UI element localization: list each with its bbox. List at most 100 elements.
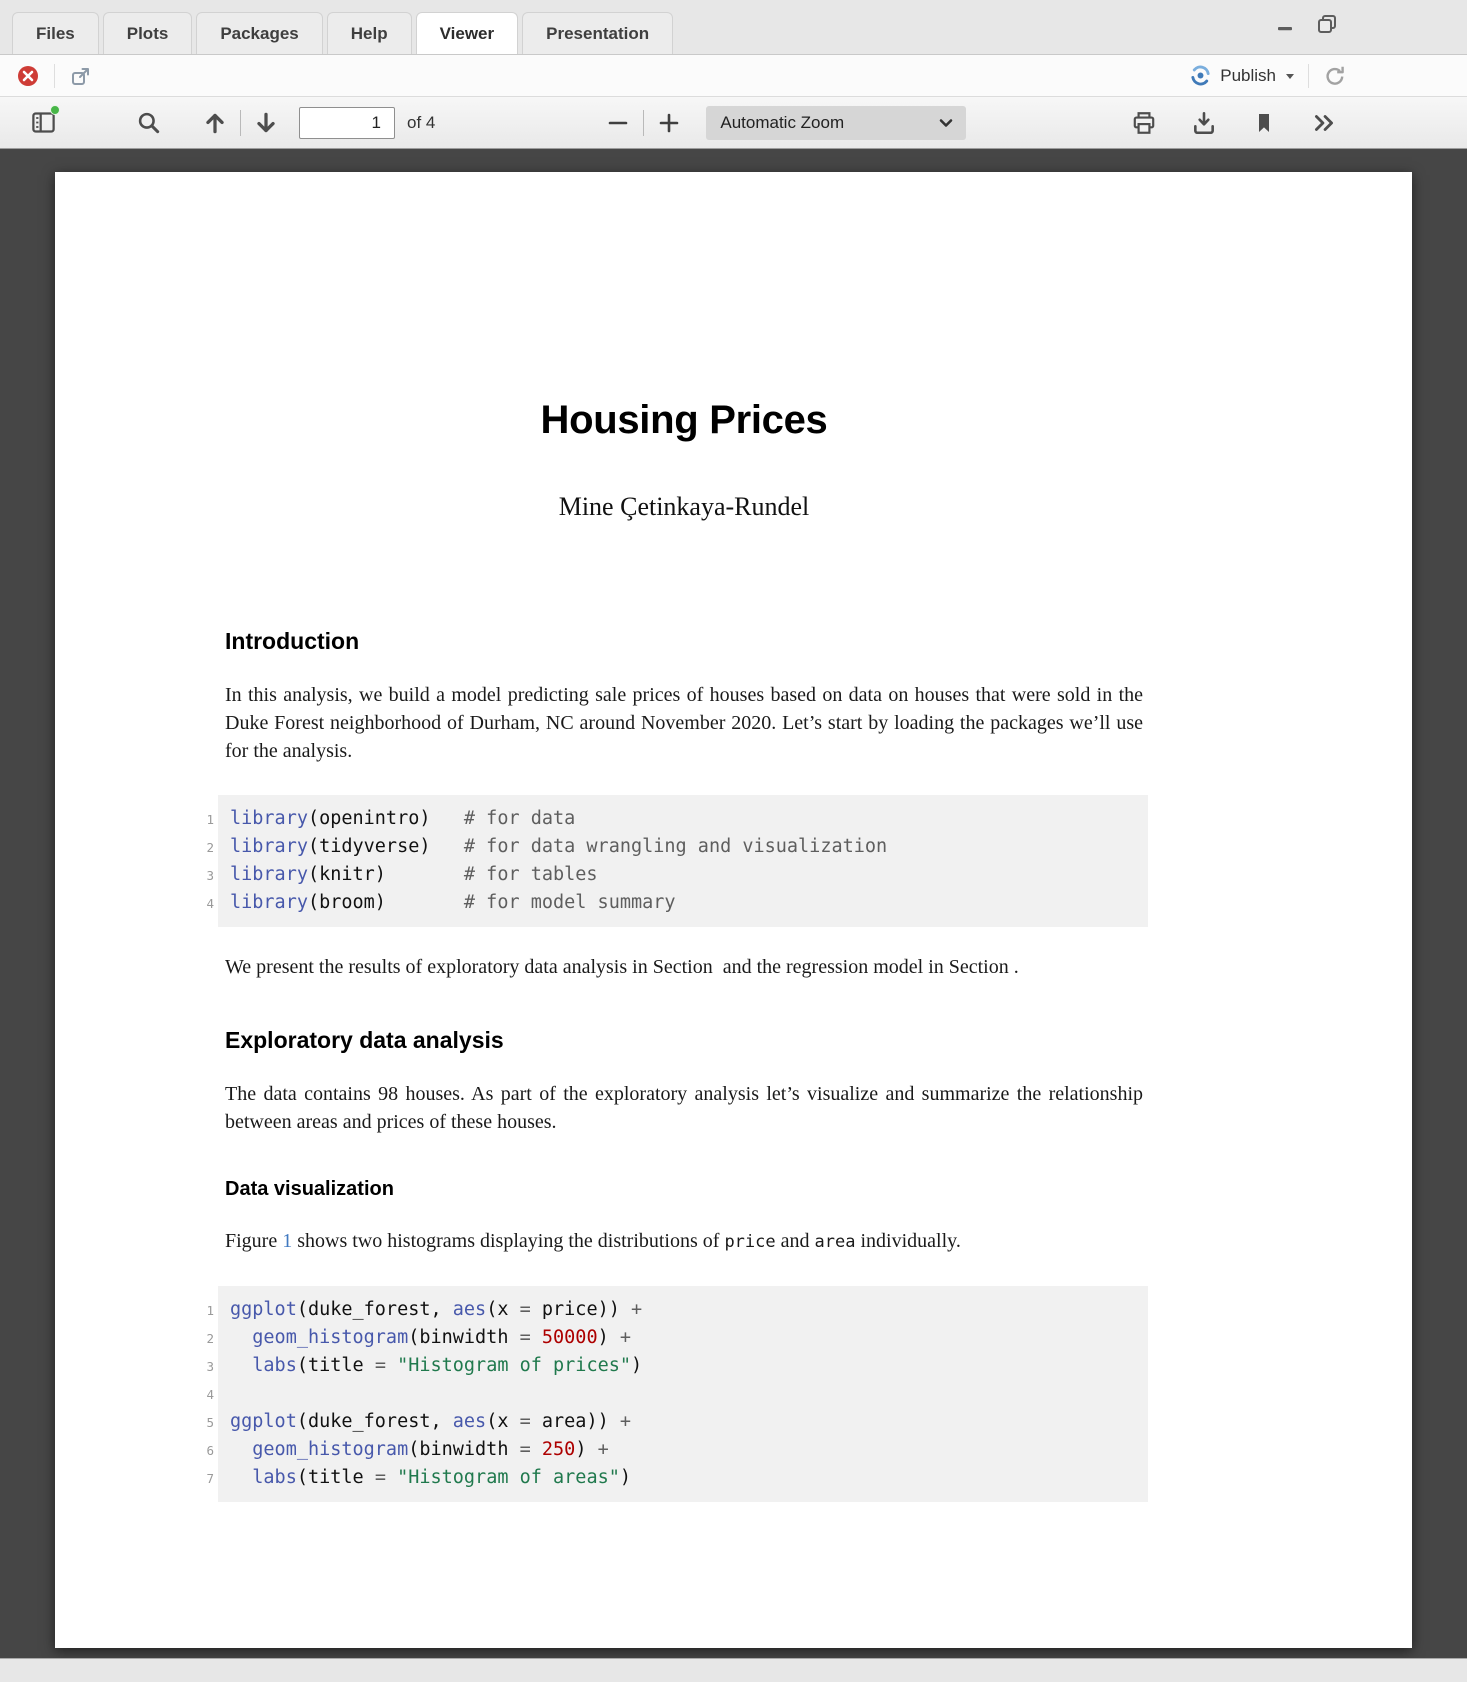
maximize-pane-button[interactable]: [1315, 12, 1339, 36]
search-icon: [136, 110, 162, 136]
code-line: 5ggplot(duke_forest, aes(x = area)) +: [230, 1408, 1136, 1436]
text-run: Figure: [225, 1230, 282, 1252]
code-line: 7 labs(title = "Histogram of areas"): [230, 1464, 1136, 1492]
stop-icon: [16, 64, 40, 88]
line-number: 6: [188, 1436, 214, 1466]
figure-ref-link[interactable]: 1: [282, 1230, 292, 1252]
next-page-button[interactable]: [251, 107, 281, 139]
page-count-label: of 4: [407, 113, 435, 133]
page-number-input[interactable]: [299, 107, 395, 139]
line-number: 2: [188, 833, 214, 863]
code-text: ggplot(duke_forest, aes(x = price)) +: [230, 1299, 642, 1320]
code-line: 1ggplot(duke_forest, aes(x = price)) +: [230, 1296, 1136, 1324]
pdf-toolbar-right-group: [1129, 107, 1339, 139]
code-text: geom_histogram(binwidth = 50000) +: [230, 1327, 631, 1348]
chevron-down-icon: [938, 115, 954, 131]
line-number: 4: [188, 1380, 214, 1410]
code-line: 1library(openintro) # for data: [230, 805, 1136, 833]
toolbar-separator: [1308, 64, 1309, 88]
bookmark-icon: [1252, 111, 1276, 135]
print-button[interactable]: [1129, 107, 1159, 139]
print-icon: [1131, 110, 1157, 136]
code-line: 3 labs(title = "Histogram of prices"): [230, 1352, 1136, 1380]
pane-tab-files[interactable]: Files: [12, 12, 99, 54]
document-body: IntroductionIn this analysis, we build a…: [225, 628, 1143, 1502]
paragraph: The data contains 98 houses. As part of …: [225, 1080, 1143, 1136]
text-run: The data contains 98 houses. As part of …: [225, 1083, 1143, 1133]
pane-tab-label: Viewer: [440, 24, 495, 43]
publish-icon: [1189, 64, 1212, 87]
line-number: 7: [188, 1464, 214, 1494]
open-in-new-window-button[interactable]: [67, 62, 95, 90]
minus-icon: [606, 111, 630, 135]
code-line: 2library(tidyverse) # for data wrangling…: [230, 833, 1136, 861]
code-line: 4library(broom) # for model summary: [230, 889, 1136, 917]
toolbar-separator: [643, 110, 644, 136]
paragraph: In this analysis, we build a model predi…: [225, 681, 1143, 765]
line-number: 5: [188, 1408, 214, 1438]
pane-bottom-edge: [0, 1658, 1467, 1682]
line-number: 3: [188, 1352, 214, 1382]
toolbar-separator: [54, 64, 55, 88]
text-run: shows two histograms displaying the dist…: [292, 1230, 724, 1252]
pane-window-controls: [1273, 12, 1339, 36]
arrow-down-icon: [253, 110, 279, 136]
pane-tab-presentation[interactable]: Presentation: [522, 12, 673, 54]
rstudio-viewer-pane: Files Plots Packages Help Viewer Presentation: [0, 0, 1467, 1682]
code-text: geom_histogram(binwidth = 250) +: [230, 1439, 609, 1460]
find-button[interactable]: [134, 107, 164, 139]
minimize-pane-button[interactable]: [1273, 12, 1297, 36]
zoom-in-button[interactable]: [654, 107, 684, 139]
publish-control[interactable]: Publish: [1189, 64, 1296, 87]
pane-tabs: Files Plots Packages Help Viewer Presentation: [12, 0, 677, 54]
stop-button[interactable]: [14, 62, 42, 90]
document-title: Housing Prices: [225, 398, 1143, 443]
bookmark-button[interactable]: [1249, 107, 1279, 139]
plus-icon: [657, 111, 681, 135]
text-run: and: [776, 1230, 815, 1252]
previous-page-button[interactable]: [200, 107, 230, 139]
text-run: We present the results of exploratory da…: [225, 956, 1019, 978]
code-text: labs(title = "Histogram of areas"): [230, 1467, 631, 1488]
pane-tab-label: Packages: [220, 24, 298, 43]
code-block: 1ggplot(duke_forest, aes(x = price)) +2 …: [218, 1286, 1148, 1502]
download-icon: [1191, 110, 1217, 136]
arrow-up-icon: [202, 110, 228, 136]
pane-tab-label: Plots: [127, 24, 169, 43]
inline-code: area: [815, 1232, 856, 1252]
zoom-out-button[interactable]: [603, 107, 633, 139]
line-number: 4: [188, 889, 214, 919]
document-content: Housing Prices Mine Çetinkaya-Rundel Int…: [225, 398, 1143, 1502]
code-line: 2 geom_histogram(binwidth = 50000) +: [230, 1324, 1136, 1352]
pane-tab-viewer[interactable]: Viewer: [416, 12, 519, 54]
pdf-viewport[interactable]: Housing Prices Mine Çetinkaya-Rundel Int…: [0, 149, 1467, 1658]
pane-tab-help[interactable]: Help: [327, 12, 412, 54]
code-line: 6 geom_histogram(binwidth = 250) +: [230, 1436, 1136, 1464]
pane-tabbar: Files Plots Packages Help Viewer Presentation: [0, 0, 1467, 55]
line-number: 1: [188, 805, 214, 835]
refresh-button[interactable]: [1321, 62, 1349, 90]
toggle-sidebar-button[interactable]: [28, 107, 58, 139]
code-text: library(openintro) # for data: [230, 808, 575, 829]
pdf-page: Housing Prices Mine Çetinkaya-Rundel Int…: [55, 172, 1412, 1648]
maximize-icon: [1316, 13, 1338, 35]
code-text: library(knitr) # for tables: [230, 864, 598, 885]
download-button[interactable]: [1189, 107, 1219, 139]
code-text: ggplot(duke_forest, aes(x = area)) +: [230, 1411, 631, 1432]
refresh-icon: [1323, 64, 1347, 88]
pane-tab-packages[interactable]: Packages: [196, 12, 322, 54]
text-run: In this analysis, we build a model predi…: [225, 684, 1143, 762]
line-number: 2: [188, 1324, 214, 1354]
code-line: 3library(knitr) # for tables: [230, 861, 1136, 889]
zoom-select[interactable]: Automatic Zoom: [706, 106, 966, 140]
popout-icon: [69, 64, 93, 88]
minimize-icon: [1275, 14, 1295, 34]
viewer-toolbar: Publish: [0, 55, 1467, 97]
pane-tab-label: Help: [351, 24, 388, 43]
document-author: Mine Çetinkaya-Rundel: [225, 492, 1143, 522]
code-block: 1library(openintro) # for data2library(t…: [218, 795, 1148, 927]
sidebar-notification-dot: [50, 105, 60, 115]
pane-tab-plots[interactable]: Plots: [103, 12, 193, 54]
inline-code: price: [724, 1232, 775, 1252]
toolbar-overflow-button[interactable]: [1309, 107, 1339, 139]
